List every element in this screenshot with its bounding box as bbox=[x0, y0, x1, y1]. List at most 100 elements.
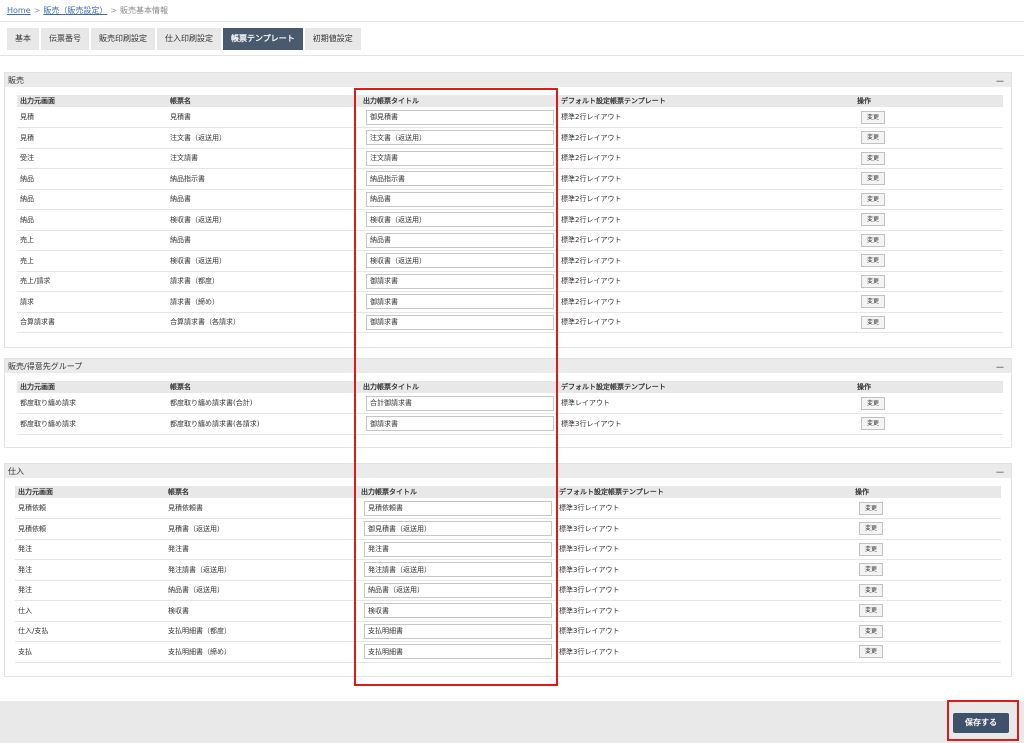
table-row: 売上/請求請求書（都度） 標準2行レイアウト変更 bbox=[17, 271, 1003, 292]
breadcrumb-home-link[interactable]: Home bbox=[7, 6, 31, 15]
table-row: 受注注文請書 標準2行レイアウト変更 bbox=[17, 148, 1003, 169]
output-title-input[interactable] bbox=[366, 150, 554, 166]
output-title-input[interactable] bbox=[366, 191, 554, 207]
output-title-input[interactable] bbox=[366, 171, 554, 187]
change-button[interactable]: 変更 bbox=[861, 396, 885, 410]
cell-action: 変更 bbox=[854, 291, 1003, 313]
collapse-icon[interactable]: － bbox=[995, 359, 1005, 374]
change-button[interactable]: 変更 bbox=[861, 172, 885, 186]
column-header-template: デフォルト設定帳票テンプレート bbox=[556, 486, 852, 498]
output-title-input[interactable] bbox=[366, 395, 554, 411]
cell-default-template: 標準2行レイアウト bbox=[558, 107, 854, 128]
output-title-input[interactable] bbox=[364, 582, 552, 598]
column-header-action: 操作 bbox=[854, 381, 1003, 393]
table-row: 納品納品書 標準2行レイアウト変更 bbox=[17, 189, 1003, 210]
change-button[interactable]: 変更 bbox=[861, 274, 885, 288]
change-button[interactable]: 変更 bbox=[861, 110, 885, 124]
collapse-icon[interactable]: － bbox=[995, 73, 1005, 88]
change-button[interactable]: 変更 bbox=[859, 522, 883, 536]
tab-slip-number[interactable]: 伝票番号 bbox=[41, 28, 89, 50]
column-header-title: 出力帳票タイトル bbox=[360, 381, 558, 393]
change-button[interactable]: 変更 bbox=[861, 315, 885, 329]
output-title-input[interactable] bbox=[366, 253, 554, 269]
section-header: 販売/得意先グループ － bbox=[5, 359, 1011, 374]
cell-action: 変更 bbox=[854, 127, 1003, 149]
change-button[interactable]: 変更 bbox=[859, 501, 883, 515]
cell-action: 変更 bbox=[854, 271, 1003, 292]
cell-source-screen: 発注 bbox=[15, 539, 165, 560]
tab-basic[interactable]: 基本 bbox=[7, 28, 39, 50]
change-button[interactable]: 変更 bbox=[859, 583, 883, 597]
output-title-input[interactable] bbox=[366, 109, 554, 125]
output-title-input[interactable] bbox=[366, 416, 554, 432]
change-button[interactable]: 変更 bbox=[859, 563, 883, 577]
table-header-row: 出力元画面 帳票名 出力帳票タイトル デフォルト設定帳票テンプレート 操作 bbox=[17, 95, 1003, 107]
cell-source-screen: 納品 bbox=[17, 189, 167, 210]
table-row: 都度取り纏め請求都度取り纏め請求書(各請求) 標準3行レイアウト変更 bbox=[17, 413, 1003, 435]
cell-default-template: 標準3行レイアウト bbox=[556, 498, 852, 519]
tab-initial-values[interactable]: 初期値設定 bbox=[304, 28, 361, 50]
cell-form-name: 納品書 bbox=[167, 230, 360, 251]
save-button[interactable]: 保存する bbox=[953, 713, 1009, 733]
output-title-input[interactable] bbox=[366, 130, 554, 146]
cell-output-title bbox=[360, 271, 558, 292]
change-button[interactable]: 変更 bbox=[861, 295, 885, 309]
tab-sales-print[interactable]: 販売印刷設定 bbox=[91, 28, 155, 50]
breadcrumb-current: 販売基本情報 bbox=[120, 6, 169, 15]
output-title-input[interactable] bbox=[366, 212, 554, 228]
section-title: 販売 bbox=[8, 76, 24, 85]
cell-output-title bbox=[358, 539, 556, 560]
cell-output-title bbox=[360, 250, 558, 272]
change-button[interactable]: 変更 bbox=[859, 604, 883, 618]
change-button[interactable]: 変更 bbox=[861, 151, 885, 165]
output-title-input[interactable] bbox=[364, 562, 552, 578]
cell-output-title bbox=[360, 148, 558, 169]
output-title-input[interactable] bbox=[366, 314, 554, 330]
cell-output-title bbox=[358, 600, 556, 622]
table-header-row: 出力元画面 帳票名 出力帳票タイトル デフォルト設定帳票テンプレート 操作 bbox=[15, 486, 1001, 498]
output-title-input[interactable] bbox=[364, 623, 552, 639]
column-header-template: デフォルト設定帳票テンプレート bbox=[558, 95, 854, 107]
cell-output-title bbox=[358, 498, 556, 519]
output-title-input[interactable] bbox=[364, 521, 552, 537]
breadcrumb-parent-link[interactable]: 販売（販売設定） bbox=[43, 6, 107, 15]
cell-form-name: 支払明細書（締め） bbox=[165, 641, 358, 663]
divider bbox=[0, 21, 1024, 22]
change-button[interactable]: 変更 bbox=[861, 233, 885, 247]
output-title-input[interactable] bbox=[366, 273, 554, 289]
change-button[interactable]: 変更 bbox=[859, 645, 883, 659]
cell-form-name: 見積書（返送用） bbox=[165, 518, 358, 540]
change-button[interactable]: 変更 bbox=[861, 131, 885, 145]
change-button[interactable]: 変更 bbox=[861, 254, 885, 268]
collapse-icon[interactable]: － bbox=[995, 464, 1005, 479]
change-button[interactable]: 変更 bbox=[859, 624, 883, 638]
cell-output-title bbox=[360, 168, 558, 190]
cell-source-screen: 受注 bbox=[17, 148, 167, 169]
change-button[interactable]: 変更 bbox=[861, 213, 885, 227]
change-button[interactable]: 変更 bbox=[861, 192, 885, 206]
section-customer-group: 販売/得意先グループ － 出力元画面 帳票名 出力帳票タイトル デフォルト設定帳… bbox=[4, 358, 1012, 448]
change-button[interactable]: 変更 bbox=[861, 417, 885, 431]
output-title-input[interactable] bbox=[364, 500, 552, 516]
cell-action: 変更 bbox=[852, 580, 1001, 601]
cell-source-screen: 納品 bbox=[17, 168, 167, 190]
output-title-input[interactable] bbox=[364, 541, 552, 557]
template-table: 出力元画面 帳票名 出力帳票タイトル デフォルト設定帳票テンプレート 操作 都度… bbox=[17, 381, 1003, 435]
output-title-input[interactable] bbox=[364, 644, 552, 660]
cell-output-title bbox=[360, 209, 558, 231]
change-button[interactable]: 変更 bbox=[859, 542, 883, 556]
cell-action: 変更 bbox=[852, 539, 1001, 560]
table-row: 見積注文書（返送用） 標準2行レイアウト変更 bbox=[17, 127, 1003, 149]
column-header-title: 出力帳票タイトル bbox=[358, 486, 556, 498]
cell-source-screen: 仕入/支払 bbox=[15, 621, 165, 642]
output-title-input[interactable] bbox=[366, 232, 554, 248]
footer-bar bbox=[0, 701, 1024, 743]
output-title-input[interactable] bbox=[366, 294, 554, 310]
cell-default-template: 標準2行レイアウト bbox=[558, 230, 854, 251]
cell-default-template: 標準2行レイアウト bbox=[558, 148, 854, 169]
tab-form-template[interactable]: 帳票テンプレート bbox=[223, 28, 303, 50]
cell-output-title bbox=[360, 413, 558, 435]
section-header: 仕入 － bbox=[5, 464, 1011, 479]
output-title-input[interactable] bbox=[364, 603, 552, 619]
tab-purchase-print[interactable]: 仕入印刷設定 bbox=[157, 28, 221, 50]
